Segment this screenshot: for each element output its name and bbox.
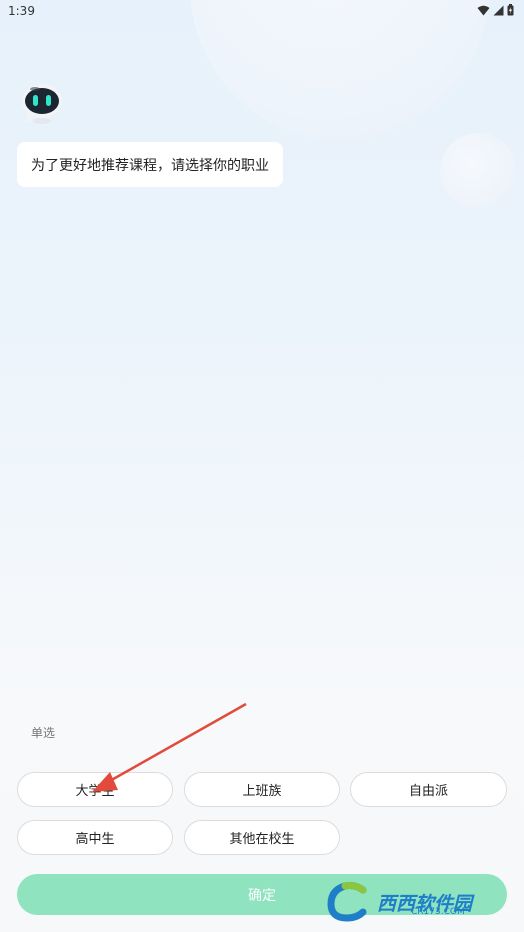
robot-eye-right <box>46 95 51 106</box>
option-other-student[interactable]: 其他在校生 <box>184 820 340 855</box>
watermark-url: CR173.COM <box>411 907 465 917</box>
signal-icon <box>493 5 504 15</box>
wifi-icon <box>477 5 490 15</box>
chat-message: 为了更好地推荐课程，请选择你的职业 <box>17 142 283 187</box>
selection-mode-label: 单选 <box>31 726 56 740</box>
status-bar: 1:39 <box>0 0 524 22</box>
option-office-worker[interactable]: 上班族 <box>184 772 340 807</box>
decorative-bubble-small <box>440 133 516 209</box>
watermark-logo: 西西软件园 CR173.COM <box>323 882 505 922</box>
option-university-student[interactable]: 大学生 <box>17 772 173 807</box>
robot-avatar-icon <box>22 84 62 124</box>
option-high-school-student[interactable]: 高中生 <box>17 820 173 855</box>
option-freelancer[interactable]: 自由派 <box>350 772 507 807</box>
battery-icon <box>507 4 514 16</box>
status-time: 1:39 <box>8 4 35 18</box>
robot-eye-left <box>33 95 38 106</box>
watermark-c-icon <box>327 882 367 922</box>
status-icons <box>477 4 514 16</box>
